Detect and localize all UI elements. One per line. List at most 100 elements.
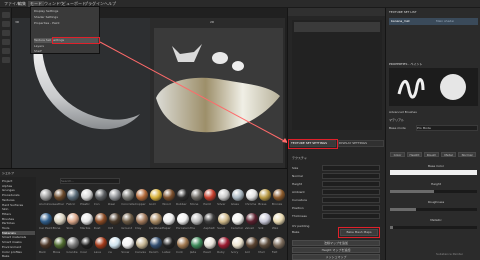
base-color-swatch[interactable] bbox=[390, 170, 477, 175]
thickness-field[interactable] bbox=[322, 213, 380, 219]
height-field[interactable] bbox=[322, 181, 380, 187]
material-thumbnail[interactable] bbox=[53, 189, 66, 201]
shelf-category-item[interactable]: Project bbox=[2, 179, 35, 183]
material-thumbnail[interactable] bbox=[245, 189, 258, 201]
shelf-category-item[interactable]: Alphas bbox=[2, 184, 35, 188]
mode-select[interactable]: Pro Mode bbox=[416, 125, 478, 131]
material-thumbnail[interactable] bbox=[190, 237, 203, 249]
layers-stack[interactable] bbox=[292, 20, 382, 130]
shelf-category-item[interactable]: Materials bbox=[2, 230, 35, 235]
shelf-category-item[interactable]: Color profiles bbox=[2, 250, 35, 254]
channel-rough-button[interactable]: Rough bbox=[424, 152, 439, 157]
material-thumbnail[interactable] bbox=[67, 189, 80, 201]
material-thumbnail[interactable] bbox=[163, 213, 176, 225]
material-thumbnail[interactable] bbox=[94, 189, 107, 201]
shelf-category-item[interactable]: Particles bbox=[2, 221, 35, 225]
add-normal-map-button[interactable]: 法線マップを追加 bbox=[292, 240, 380, 246]
material-thumbnail[interactable] bbox=[163, 189, 176, 201]
material-thumbnail[interactable] bbox=[245, 237, 258, 249]
material-thumbnail[interactable] bbox=[272, 213, 285, 225]
material-thumbnail[interactable] bbox=[259, 213, 272, 225]
normal-field[interactable] bbox=[322, 173, 380, 179]
material-thumbnail[interactable] bbox=[135, 213, 148, 225]
material-thumbnail[interactable] bbox=[218, 213, 231, 225]
material-thumbnail[interactable] bbox=[81, 189, 94, 201]
mesh-maps-button[interactable]: メッシュマップ bbox=[292, 254, 380, 260]
shelf-category-item[interactable]: Skin bbox=[2, 207, 35, 211]
height-slider[interactable] bbox=[390, 190, 477, 193]
material-thumbnail[interactable] bbox=[149, 237, 162, 249]
material-thumbnail[interactable] bbox=[177, 237, 189, 249]
material-thumbnail[interactable] bbox=[231, 237, 244, 249]
material-thumbnail[interactable] bbox=[53, 213, 66, 225]
material-thumbnail[interactable] bbox=[135, 189, 148, 201]
shelf-category-item[interactable]: Hard Surfaces bbox=[2, 203, 35, 207]
layer-row[interactable] bbox=[294, 22, 380, 32]
material-thumbnail[interactable] bbox=[108, 189, 121, 201]
material-thumbnail[interactable] bbox=[67, 213, 80, 225]
material-thumbnail[interactable] bbox=[163, 237, 176, 249]
material-thumbnail[interactable] bbox=[259, 189, 272, 201]
material-thumbnail[interactable] bbox=[40, 237, 52, 249]
shelf-category-item[interactable]: Environment bbox=[2, 245, 35, 249]
shelf-search-input[interactable]: Search... bbox=[60, 178, 120, 184]
metallic-slider[interactable] bbox=[390, 226, 477, 229]
tab-display-settings[interactable]: DISPLAY SETTINGS bbox=[338, 140, 384, 147]
add-height-map-button[interactable]: Height マップを追加 bbox=[292, 247, 380, 253]
material-thumbnail[interactable] bbox=[108, 213, 121, 225]
material-thumbnail[interactable] bbox=[190, 189, 203, 201]
material-thumbnail[interactable] bbox=[149, 189, 162, 201]
material-thumbnail[interactable] bbox=[94, 213, 107, 225]
material-thumbnail[interactable] bbox=[81, 213, 94, 225]
material-thumbnail[interactable] bbox=[231, 213, 244, 225]
shelf-tab[interactable]: シェルフ bbox=[2, 171, 14, 175]
shelf-category-item[interactable]: Procedurals bbox=[2, 193, 35, 197]
position-field[interactable] bbox=[322, 205, 380, 211]
material-thumbnail[interactable] bbox=[67, 237, 80, 249]
material-thumbnail[interactable] bbox=[245, 213, 258, 225]
material-thumbnail[interactable] bbox=[231, 189, 244, 201]
channel-metal-button[interactable]: Metal bbox=[441, 152, 456, 157]
material-thumbnail[interactable] bbox=[122, 213, 135, 225]
texture-set-item[interactable]: banana_mat bbox=[389, 18, 478, 25]
material-thumbnail[interactable] bbox=[108, 237, 121, 249]
material-thumbnail[interactable] bbox=[272, 189, 285, 201]
shelf-category-item[interactable]: Smart masks bbox=[2, 240, 35, 244]
shelf-category-item[interactable]: Brushes bbox=[2, 217, 35, 221]
shelf-category-item[interactable]: Bake bbox=[2, 254, 35, 258]
curvature-field[interactable] bbox=[322, 197, 380, 203]
roughness-slider[interactable] bbox=[390, 208, 477, 211]
material-thumbnail[interactable] bbox=[53, 237, 66, 249]
shelf-category-item[interactable]: Grunges bbox=[2, 188, 35, 192]
shelf-category-item[interactable]: Filters bbox=[2, 212, 35, 216]
shelf-category-item[interactable]: Smart materials bbox=[2, 235, 35, 239]
material-thumbnail[interactable] bbox=[135, 237, 148, 249]
material-thumbnail[interactable] bbox=[40, 213, 52, 225]
footer-text: Substance Painter bbox=[436, 252, 464, 256]
ambient-field[interactable] bbox=[322, 189, 380, 195]
material-thumbnail[interactable] bbox=[94, 237, 107, 249]
material-thumbnail[interactable] bbox=[204, 213, 217, 225]
material-thumbnail[interactable] bbox=[40, 189, 52, 201]
shelf-category-item[interactable]: Tools bbox=[2, 226, 35, 230]
shelf-category-item[interactable]: Textures bbox=[2, 198, 35, 202]
channel-color-button[interactable]: Color bbox=[390, 152, 405, 157]
material-thumbnail[interactable] bbox=[81, 237, 94, 249]
material-thumbnail[interactable] bbox=[122, 189, 135, 201]
material-thumbnail[interactable] bbox=[190, 213, 203, 225]
param-label-metallic: Metallic bbox=[430, 218, 442, 222]
material-thumbnail[interactable] bbox=[218, 189, 231, 201]
material-thumbnail[interactable] bbox=[204, 237, 217, 249]
material-thumbnail[interactable] bbox=[177, 213, 189, 225]
size-field[interactable] bbox=[322, 165, 380, 171]
material-thumbnail[interactable] bbox=[272, 237, 285, 249]
material-label: Marble bbox=[80, 226, 91, 230]
material-thumbnail[interactable] bbox=[149, 213, 162, 225]
material-thumbnail[interactable] bbox=[177, 189, 189, 201]
material-thumbnail[interactable] bbox=[122, 237, 135, 249]
material-thumbnail[interactable] bbox=[218, 237, 231, 249]
channel-normal-button[interactable]: Normal bbox=[458, 152, 476, 157]
channel-height-button[interactable]: Height bbox=[407, 152, 422, 157]
material-thumbnail[interactable] bbox=[259, 237, 272, 249]
material-thumbnail[interactable] bbox=[204, 189, 217, 201]
